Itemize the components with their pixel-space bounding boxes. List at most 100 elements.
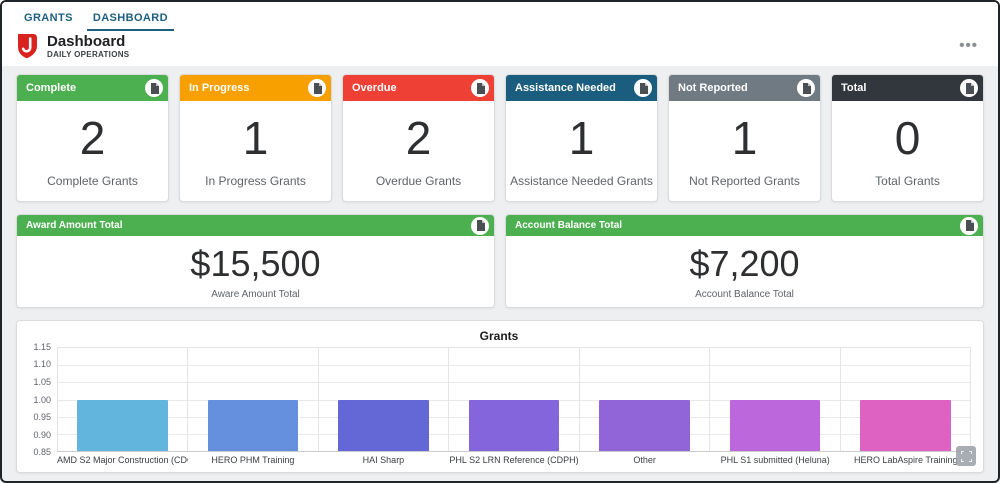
- page-title-block: Dashboard DAILY OPERATIONS: [47, 33, 129, 59]
- x-axis-label: HAI Sharp: [318, 455, 449, 465]
- stat-card-body: 1 Assistance Needed Grants: [506, 101, 657, 201]
- stat-card-title: Overdue: [352, 82, 397, 94]
- chart-column: [580, 348, 710, 451]
- x-axis-label: PHL S2 LRN Reference (CDPH): [449, 455, 580, 465]
- chart-body: 0.850.900.951.001.051.101.15: [23, 347, 971, 452]
- stat-card-total: Total 0 Total Grants: [831, 74, 984, 202]
- amount-value: $15,500: [190, 244, 320, 284]
- stat-card-header: In Progress: [180, 75, 331, 101]
- amount-card-header: Award Amount Total: [17, 215, 494, 236]
- amount-value: $7,200: [689, 244, 799, 284]
- ellipsis-menu-icon[interactable]: •••: [959, 39, 978, 53]
- stat-card-title: Total: [841, 82, 866, 94]
- amount-label: Account Balance Total: [695, 289, 794, 300]
- fullscreen-icon: [961, 451, 972, 462]
- account-balance-card: Account Balance Total $7,200 Account Bal…: [505, 214, 984, 308]
- page-title: Dashboard: [47, 33, 129, 50]
- amount-card-title: Account Balance Total: [515, 220, 622, 231]
- page-subtitle: DAILY OPERATIONS: [47, 50, 129, 59]
- y-tick-label: 1.15: [33, 342, 51, 352]
- bar-2[interactable]: [208, 400, 299, 452]
- stat-label: In Progress Grants: [205, 174, 306, 201]
- report-icon[interactable]: [797, 79, 815, 97]
- stat-card-not-reported: Not Reported 1 Not Reported Grants: [668, 74, 821, 202]
- stat-value: 1: [569, 101, 595, 174]
- stat-value: 1: [732, 101, 758, 174]
- chart-column: [188, 348, 318, 451]
- stat-value: 1: [243, 101, 269, 174]
- stat-card-body: 2 Complete Grants: [17, 101, 168, 201]
- x-axis-label: PHL S1 submitted (Heluna): [710, 455, 841, 465]
- report-icon[interactable]: [471, 217, 489, 235]
- stat-card-complete: Complete 2 Complete Grants: [16, 74, 169, 202]
- stat-value: 2: [406, 101, 432, 174]
- stat-label: Not Reported Grants: [689, 174, 800, 201]
- stat-card-title: Assistance Needed: [515, 82, 616, 94]
- x-axis: AMD S2 Major Construction (CDC)HERO PHM …: [57, 452, 971, 468]
- chart-columns: [58, 348, 970, 451]
- amount-card-title: Award Amount Total: [26, 220, 122, 231]
- report-icon[interactable]: [634, 79, 652, 97]
- stat-card-body: 1 Not Reported Grants: [669, 101, 820, 201]
- x-axis-label: HERO PHM Training: [188, 455, 319, 465]
- x-axis-label: HERO LabAspire Training: [840, 455, 971, 465]
- report-icon[interactable]: [145, 79, 163, 97]
- bar-4[interactable]: [469, 400, 560, 452]
- stat-card-header: Complete: [17, 75, 168, 101]
- stat-card-header: Assistance Needed: [506, 75, 657, 101]
- amount-card-body: $7,200 Account Balance Total: [506, 236, 983, 307]
- chart-column: [710, 348, 840, 451]
- x-axis-label: Other: [579, 455, 710, 465]
- chart-column: [58, 348, 188, 451]
- bar-6[interactable]: [730, 400, 821, 452]
- bar-5[interactable]: [599, 400, 690, 452]
- stat-value: 0: [895, 101, 921, 174]
- stat-card-row: Complete 2 Complete Grants In Progress 1…: [16, 74, 984, 202]
- bar-1[interactable]: [77, 400, 168, 452]
- stat-card-body: 1 In Progress Grants: [180, 101, 331, 201]
- stat-label: Overdue Grants: [376, 174, 461, 201]
- juvare-shield-logo: [16, 33, 38, 59]
- bar-3[interactable]: [338, 400, 429, 452]
- stat-card-assistance-needed: Assistance Needed 1 Assistance Needed Gr…: [505, 74, 658, 202]
- x-axis-label: AMD S2 Major Construction (CDC): [57, 455, 188, 465]
- stat-label: Complete Grants: [47, 174, 138, 201]
- stat-card-body: 0 Total Grants: [832, 101, 983, 201]
- report-icon[interactable]: [960, 79, 978, 97]
- stat-card-body: 2 Overdue Grants: [343, 101, 494, 201]
- tab-grants[interactable]: GRANTS: [18, 8, 79, 31]
- bar-7[interactable]: [860, 400, 951, 452]
- stat-card-overdue: Overdue 2 Overdue Grants: [342, 74, 495, 202]
- chart-title: Grants: [23, 327, 975, 347]
- dashboard-content: Complete 2 Complete Grants In Progress 1…: [2, 66, 998, 481]
- stat-card-header: Overdue: [343, 75, 494, 101]
- stat-card-header: Not Reported: [669, 75, 820, 101]
- y-tick-label: 1.10: [33, 359, 51, 369]
- report-icon[interactable]: [960, 217, 978, 235]
- stat-label: Assistance Needed Grants: [510, 174, 653, 201]
- amount-label: Aware Amount Total: [211, 289, 300, 300]
- report-icon[interactable]: [308, 79, 326, 97]
- stat-card-header: Total: [832, 75, 983, 101]
- top-bar: GRANTS DASHBOARD Dashboard DAILY OPERATI…: [2, 2, 998, 66]
- chart-plot: [57, 347, 971, 452]
- report-icon[interactable]: [471, 79, 489, 97]
- award-amount-card: Award Amount Total $15,500 Aware Amount …: [16, 214, 495, 308]
- stat-value: 2: [80, 101, 106, 174]
- tab-bar: GRANTS DASHBOARD: [2, 2, 998, 31]
- page-header: Dashboard DAILY OPERATIONS •••: [2, 31, 998, 66]
- y-tick-label: 0.85: [33, 447, 51, 457]
- tab-dashboard[interactable]: DASHBOARD: [87, 8, 174, 31]
- dashboard-app: GRANTS DASHBOARD Dashboard DAILY OPERATI…: [0, 0, 1000, 483]
- chart-column: [319, 348, 449, 451]
- amount-card-row: Award Amount Total $15,500 Aware Amount …: [16, 214, 984, 308]
- expand-chart-button[interactable]: [956, 446, 976, 466]
- stat-card-title: Complete: [26, 82, 76, 94]
- y-axis: 0.850.900.951.001.051.101.15: [23, 347, 57, 452]
- stat-card-in-progress: In Progress 1 In Progress Grants: [179, 74, 332, 202]
- amount-card-body: $15,500 Aware Amount Total: [17, 236, 494, 307]
- amount-card-header: Account Balance Total: [506, 215, 983, 236]
- y-tick-label: 1.00: [33, 395, 51, 405]
- y-tick-label: 0.90: [33, 430, 51, 440]
- grants-chart-card: Grants 0.850.900.951.001.051.101.15 AMD …: [16, 320, 984, 473]
